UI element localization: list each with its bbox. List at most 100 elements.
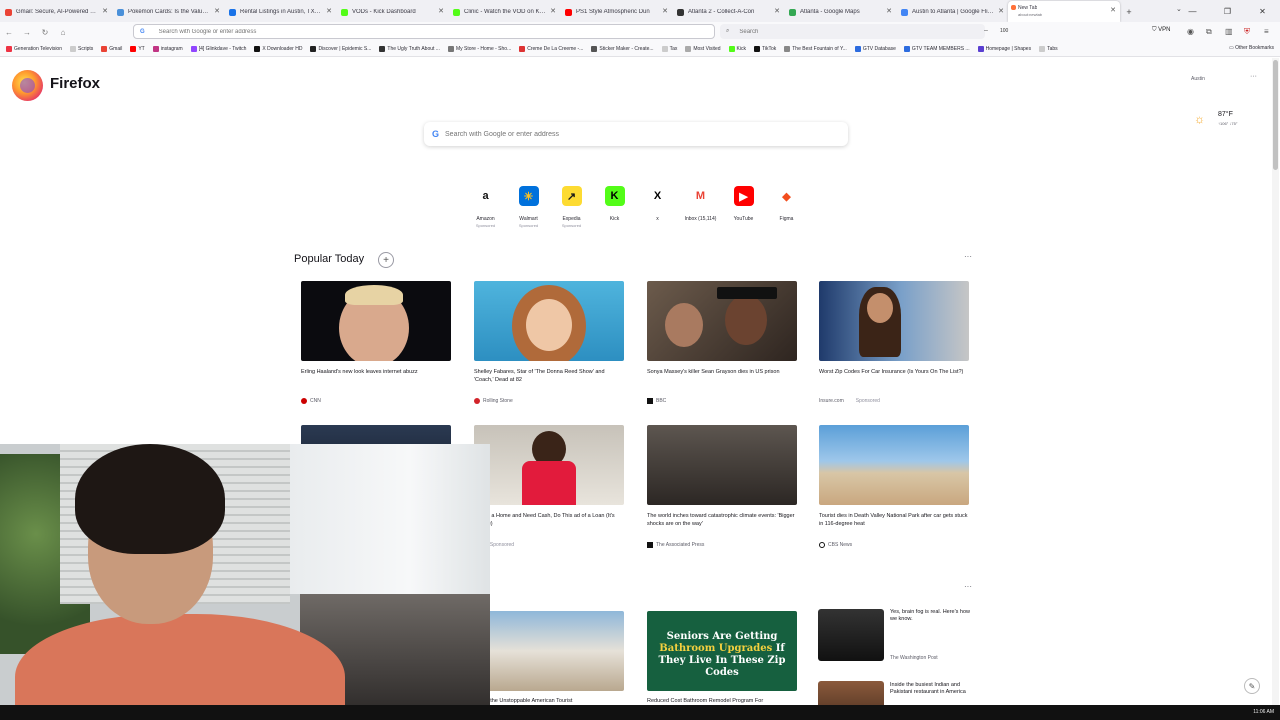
story-card[interactable]: Seniors Are Getting Bathroom Upgrades If… — [640, 603, 805, 705]
close-icon[interactable]: ✕ — [774, 7, 780, 15]
other-bookmarks[interactable]: ▭ Other Bookmarks — [1229, 45, 1274, 51]
bookmark-item[interactable]: TikTok — [753, 46, 776, 52]
tab[interactable]: PS1 Style Atmospheric Dun ✕ — [560, 2, 672, 22]
story-card[interactable]: o Own a Home and Need Cash, Do This ad o… — [467, 417, 632, 548]
bookmark-item[interactable]: My Store - Home - Sho... — [447, 46, 511, 52]
sidebar-icon[interactable]: ▥ — [1225, 27, 1233, 36]
weather-temperature[interactable]: 87°F — [1218, 111, 1233, 118]
story-thumbnail: Seniors Are Getting Bathroom Upgrades If… — [647, 611, 797, 691]
shortcut-tile[interactable]: ↗ Expedia Sponsored — [550, 186, 593, 228]
more-icon[interactable]: ··· — [964, 582, 972, 591]
reload-button[interactable]: ↻ — [36, 23, 54, 41]
shortcut-tile[interactable]: ◆ Figma — [765, 186, 808, 228]
shortcut-icon: M — [690, 186, 711, 206]
search-bar[interactable]: ⌕ — [720, 24, 985, 39]
bookmark-item[interactable]: GTV TEAM MEMBERS ... — [903, 46, 970, 52]
bookmark-item[interactable]: YT — [130, 46, 145, 52]
bookmark-item[interactable]: Creme De La Creeme -... — [519, 46, 583, 52]
close-icon[interactable]: ✕ — [998, 7, 1004, 15]
newtab-search-box[interactable]: G — [424, 122, 848, 146]
shortcut-tile[interactable]: ✳ Walmart Sponsored — [507, 186, 550, 228]
story-card[interactable]: Yes, brain fog is real. Here's how we kn… — [818, 609, 978, 669]
story-card[interactable]: Erling Haaland's new look leaves interne… — [294, 273, 459, 404]
google-icon[interactable]: G — [140, 29, 145, 35]
tab[interactable]: Austin to Atlanta | Google Fligh ✕ — [896, 2, 1008, 22]
bookmark-item[interactable]: Sticker Maker - Create... — [591, 46, 654, 52]
shortcut-tile[interactable]: K Kick — [593, 186, 636, 228]
bookmark-item[interactable]: GTV Database — [854, 46, 896, 52]
zoom-out-button[interactable]: – — [984, 27, 988, 34]
close-icon[interactable]: ✕ — [326, 7, 332, 15]
account-icon[interactable]: ◉ — [1187, 27, 1194, 36]
bookmark-item[interactable]: Most Visited — [685, 46, 721, 52]
bookmark-label: Generation Television — [14, 46, 62, 52]
story-card[interactable]: Inside the busiest Indian and Pakistani … — [818, 681, 978, 705]
zoom-level[interactable]: 100 — [1000, 28, 1008, 34]
extensions-icon[interactable]: ⧉ — [1206, 27, 1212, 37]
pencil-icon[interactable]: ✎ — [1244, 678, 1260, 694]
more-icon[interactable]: ··· — [1250, 73, 1257, 80]
search-input[interactable] — [739, 28, 940, 35]
new-tab-button[interactable]: + — [1120, 2, 1138, 22]
bookmark-item[interactable]: Kick — [728, 46, 746, 52]
menu-icon[interactable]: ≡ — [1264, 27, 1269, 36]
bookmark-item[interactable]: The Ugly Truth About ... — [379, 46, 440, 52]
minimize-button[interactable]: — — [1175, 0, 1210, 22]
scrollbar-thumb[interactable] — [1273, 60, 1278, 170]
shortcut-tile[interactable]: M Inbox (15,114) — [679, 186, 722, 228]
scrollbar[interactable] — [1272, 58, 1279, 705]
close-window-button[interactable]: ✕ — [1245, 0, 1280, 22]
bookmark-item[interactable]: [4] Glinkdave - Twitch — [190, 46, 246, 52]
close-icon[interactable]: ✕ — [102, 7, 108, 15]
tab[interactable]: Atlanta - Google Maps ✕ — [784, 2, 896, 22]
tab-new-tab[interactable]: New Tab about:newtab ✕ — [1008, 1, 1120, 22]
tab[interactable]: Clinic - Watch the VOD on Kick ✕ — [448, 2, 560, 22]
tab[interactable]: Rental Listings in Austin, TX - 17 ✕ — [224, 2, 336, 22]
bookmark-item[interactable]: Scripts — [70, 46, 93, 52]
more-icon[interactable]: ··· — [964, 252, 972, 261]
shortcut-tile[interactable]: Xx — [636, 186, 679, 228]
close-icon[interactable]: ✕ — [662, 7, 668, 15]
weather-city[interactable]: Austin — [1191, 76, 1205, 82]
tab[interactable]: Pokémon Cards: Is the Value Ev ✕ — [112, 2, 224, 22]
close-icon[interactable]: ✕ — [1110, 6, 1116, 14]
plus-icon[interactable]: + — [378, 252, 394, 268]
story-card[interactable]: Shelley Fabares, Star of 'The Donna Reed… — [467, 273, 632, 404]
maximize-button[interactable]: ❐ — [1210, 0, 1245, 22]
bookmark-label: Gmail — [109, 46, 123, 52]
forward-button[interactable]: → — [18, 23, 36, 41]
close-icon[interactable]: ✕ — [214, 7, 220, 15]
back-button[interactable]: ← — [0, 23, 18, 41]
bookmark-item[interactable]: The Best Fountain of Y... — [784, 46, 847, 52]
story-card[interactable]: Worst Zip Codes For Car Insurance (Is Yo… — [812, 273, 977, 404]
bookmark-item[interactable]: Gmail — [101, 46, 122, 52]
tab[interactable]: Gmail: Secure, AI-Powered Ema ✕ — [0, 2, 112, 22]
vpn-button[interactable]: ⛉ VPN — [1152, 27, 1171, 34]
story-card[interactable]: Tourist dies in Death Valley National Pa… — [812, 417, 977, 548]
shortcut-tile[interactable]: a Amazon Sponsored — [464, 186, 507, 228]
bookmark-item[interactable]: Discover | Epidemic S... — [310, 46, 371, 52]
close-icon[interactable]: ✕ — [886, 7, 892, 15]
taskbar-clock[interactable]: 11:06 AM — [1253, 709, 1274, 715]
shield-icon[interactable]: ⛨ — [1244, 27, 1250, 37]
home-button[interactable]: ⌂ — [54, 23, 72, 41]
bookmark-icon — [591, 46, 598, 52]
bookmark-item[interactable]: Generation Television — [6, 46, 62, 52]
newtab-search-input[interactable] — [445, 130, 826, 138]
shortcut-tile[interactable]: ▶ YouTube — [722, 186, 765, 228]
bookmark-item[interactable]: instagram — [152, 46, 183, 52]
address-input[interactable] — [158, 28, 659, 35]
tab[interactable]: Atlanta 2 - Collect-A-Con ✕ — [672, 2, 784, 22]
close-icon[interactable]: ✕ — [438, 7, 444, 15]
tab[interactable]: VODs - Kick Dashboard ✕ — [336, 2, 448, 22]
story-card[interactable]: line of the Unstoppable American Tourist — [467, 603, 632, 705]
sponsored-label: Sponsored — [561, 223, 582, 228]
address-bar[interactable]: G — [133, 24, 715, 39]
bookmark-item[interactable]: Tax — [661, 46, 677, 52]
story-card[interactable]: The world inches toward catastrophic cli… — [640, 417, 805, 548]
bookmark-item[interactable]: X Downloader HD — [254, 46, 302, 52]
close-icon[interactable]: ✕ — [550, 7, 556, 15]
story-card[interactable]: Sonya Massey's killer Sean Grayson dies … — [640, 273, 805, 404]
bookmark-item[interactable]: Tabs — [1039, 46, 1058, 52]
bookmark-item[interactable]: Homepage | Shapes — [977, 46, 1031, 52]
